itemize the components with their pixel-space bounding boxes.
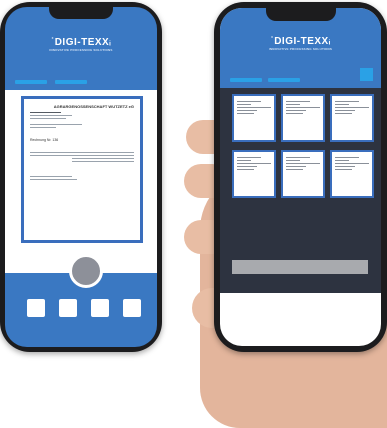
gallery-panel: [220, 88, 381, 293]
scanned-document: AGRARGENOSSENSCHAFT WUTZETZ eG Rechnung …: [21, 96, 143, 243]
left-phone-notch: [49, 7, 113, 19]
right-phone: ˙DIGI-TEXXᵢ INNOVATIVE PROCESSING SOLUTI…: [214, 2, 387, 352]
capture-button[interactable]: [69, 254, 103, 288]
right-tab-2[interactable]: [268, 78, 300, 82]
left-phone: ˙DIGI-TEXXᵢ INNOVATIVE PROCESSING SOLUTI…: [0, 2, 162, 352]
right-logo-text: ˙DIGI-TEXXᵢ: [270, 36, 331, 47]
bottom-action-3[interactable]: [91, 299, 109, 317]
left-tab-2[interactable]: [55, 80, 87, 84]
gallery-thumb[interactable]: [330, 94, 374, 142]
bottom-action-1[interactable]: [27, 299, 45, 317]
gallery-thumb[interactable]: [281, 94, 325, 142]
document-company: AGRARGENOSSENSCHAFT WUTZETZ eG: [53, 104, 134, 109]
right-header-square-button[interactable]: [360, 68, 373, 81]
right-phone-notch: [266, 8, 336, 21]
right-app-logo: ˙DIGI-TEXXᵢ INNOVATIVE PROCESSING SOLUTI…: [220, 36, 381, 51]
bottom-action-4[interactable]: [123, 299, 141, 317]
document-invoice-label: Rechnung Nr. 136: [30, 138, 59, 142]
left-logo-subtitle: INNOVATIVE PROCESSING SOLUTIONS: [49, 48, 113, 52]
gallery-thumb[interactable]: [232, 94, 276, 142]
gallery-thumb[interactable]: [232, 150, 276, 198]
left-phone-screen: ˙DIGI-TEXXᵢ INNOVATIVE PROCESSING SOLUTI…: [5, 7, 157, 347]
gallery-thumb[interactable]: [330, 150, 374, 198]
left-tab-1[interactable]: [15, 80, 47, 84]
bottom-action-2[interactable]: [59, 299, 77, 317]
gallery-thumb[interactable]: [281, 150, 325, 198]
right-tab-1[interactable]: [230, 78, 262, 82]
gallery-progress-bar: [232, 260, 368, 274]
scan-viewfinder: AGRARGENOSSENSCHAFT WUTZETZ eG Rechnung …: [5, 90, 157, 273]
left-logo-text: ˙DIGI-TEXXᵢ: [50, 37, 112, 48]
right-logo-subtitle: INNOVATIVE PROCESSING SOLUTIONS: [268, 47, 333, 51]
right-phone-screen: ˙DIGI-TEXXᵢ INNOVATIVE PROCESSING SOLUTI…: [220, 8, 381, 346]
left-app-logo: ˙DIGI-TEXXᵢ INNOVATIVE PROCESSING SOLUTI…: [5, 37, 157, 52]
